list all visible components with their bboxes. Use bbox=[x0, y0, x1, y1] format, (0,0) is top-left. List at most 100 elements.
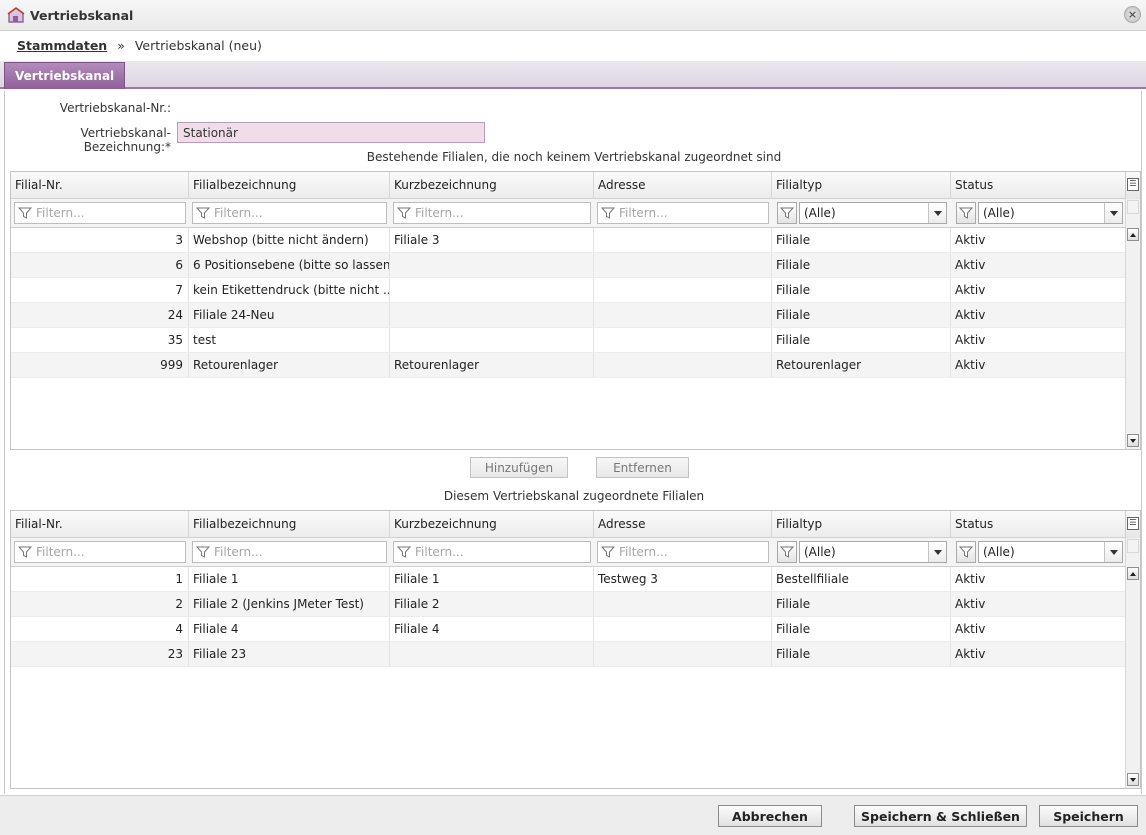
scroll-down-button[interactable] bbox=[1127, 773, 1139, 786]
cell-filialtyp: Filiale bbox=[772, 592, 951, 616]
column-header-filialbezeichnung[interactable]: Filialbezeichnung bbox=[189, 511, 390, 538]
scroll-down-button[interactable] bbox=[1127, 434, 1139, 447]
filter-placeholder: Filtern... bbox=[619, 206, 668, 220]
filter-placeholder: Filtern... bbox=[415, 545, 464, 559]
filter-icon bbox=[195, 207, 211, 219]
filter-mode-button-filialtyp[interactable] bbox=[777, 202, 797, 224]
column-header-adresse[interactable]: Adresse bbox=[594, 511, 772, 538]
cell-kurzbezeichnung bbox=[390, 642, 594, 666]
filter-icon bbox=[396, 546, 412, 558]
scrollbar-mini-icon bbox=[1127, 539, 1139, 553]
window-title: Vertriebskanal bbox=[30, 8, 134, 23]
breadcrumb-root-link[interactable]: Stammdaten bbox=[17, 38, 107, 53]
table-row[interactable]: 35 test Filiale Aktiv bbox=[11, 328, 1127, 353]
table-row[interactable]: 66 Positionsebene (bitte so lassen) Filia… bbox=[11, 253, 1127, 278]
table-row[interactable]: 7 kein Etikettendruck (bitte nicht ... Fil… bbox=[11, 278, 1127, 303]
nr-label: Vertriebskanal-Nr.: bbox=[59, 101, 171, 115]
table-row[interactable]: 4 Filiale 4 Filiale 4 Filiale Aktiv bbox=[11, 617, 1127, 642]
name-field[interactable] bbox=[177, 122, 485, 143]
cell-status: Aktiv bbox=[951, 253, 1127, 277]
table-row[interactable]: 2 Filiale 2 (Jenkins JMeter Test) Filiale … bbox=[11, 592, 1127, 617]
cell-filialtyp: Filiale bbox=[772, 278, 951, 302]
filter-input-filial-nr[interactable]: Filtern... bbox=[14, 541, 186, 563]
table-row[interactable]: 24 Filiale 24-Neu Filiale Aktiv bbox=[11, 303, 1127, 328]
table-row[interactable]: 23 Filiale 23 Filiale Aktiv bbox=[11, 642, 1127, 667]
column-header-filialtyp[interactable]: Filialtyp bbox=[772, 511, 951, 538]
column-header-kurzbezeichnung[interactable]: Kurzbezeichnung bbox=[390, 511, 594, 538]
filter-input-kurzbezeichnung[interactable]: Filtern... bbox=[393, 202, 591, 224]
cancel-button[interactable]: Abbrechen bbox=[718, 805, 822, 827]
scroll-up-button[interactable] bbox=[1127, 228, 1139, 241]
filter-placeholder: Filtern... bbox=[619, 545, 668, 559]
remove-button[interactable]: Entfernen bbox=[596, 457, 689, 478]
cell-kurzbezeichnung: Filiale 4 bbox=[390, 617, 594, 641]
table-row[interactable]: 1 Filiale 1 Filiale 1 Testweg 3 Bestellfilia… bbox=[11, 567, 1127, 592]
save-and-close-button[interactable]: Speichern & Schließen bbox=[854, 805, 1027, 827]
vertical-scrollbar[interactable] bbox=[1125, 199, 1140, 449]
tab-vertriebskanal[interactable]: Vertriebskanal bbox=[4, 62, 126, 89]
column-header-status[interactable]: Status bbox=[951, 172, 1127, 199]
filter-select-status[interactable]: (Alle) bbox=[978, 202, 1123, 224]
cell-kurzbezeichnung: Filiale 2 bbox=[390, 592, 594, 616]
cell-filialbezeichnung: Retourenlager bbox=[189, 353, 390, 377]
cell-filial-nr: 6 bbox=[11, 253, 189, 277]
cell-status: Aktiv bbox=[951, 328, 1127, 352]
cell-filial-nr: 24 bbox=[11, 303, 189, 327]
filter-mode-button-filialtyp[interactable] bbox=[777, 541, 797, 563]
save-button[interactable]: Speichern bbox=[1039, 805, 1138, 827]
filter-input-filialbezeichnung[interactable]: Filtern... bbox=[192, 541, 387, 563]
cell-filialbezeichnung: test bbox=[189, 328, 390, 352]
filter-placeholder: Filtern... bbox=[36, 206, 85, 220]
filter-input-kurzbezeichnung[interactable]: Filtern... bbox=[393, 541, 591, 563]
cell-adresse bbox=[594, 228, 772, 252]
filter-select-status[interactable]: (Alle) bbox=[978, 541, 1123, 563]
column-header-adresse[interactable]: Adresse bbox=[594, 172, 772, 199]
table-row[interactable]: 999 Retourenlager Retourenlager Retourenlag… bbox=[11, 353, 1127, 378]
column-menu-button[interactable]: ☰ bbox=[1125, 511, 1140, 538]
filter-input-filial-nr[interactable]: Filtern... bbox=[14, 202, 186, 224]
filter-mode-button-status[interactable] bbox=[956, 202, 976, 224]
cell-kurzbezeichnung bbox=[390, 328, 594, 352]
close-button[interactable]: × bbox=[1124, 6, 1141, 23]
vertical-scrollbar[interactable] bbox=[1125, 538, 1140, 788]
chevron-down-icon bbox=[1104, 542, 1122, 562]
app-icon bbox=[7, 7, 25, 23]
scroll-up-button[interactable] bbox=[1127, 567, 1139, 580]
column-header-filialtyp[interactable]: Filialtyp bbox=[772, 172, 951, 199]
filter-icon bbox=[600, 546, 616, 558]
column-menu-button[interactable]: ☰ bbox=[1125, 172, 1140, 199]
column-chooser-icon: ☰ bbox=[1127, 517, 1139, 530]
filter-select-filialtyp[interactable]: (Alle) bbox=[799, 202, 947, 224]
select-value: (Alle) bbox=[804, 206, 836, 220]
filter-input-adresse[interactable]: Filtern... bbox=[597, 541, 769, 563]
column-header-kurzbezeichnung[interactable]: Kurzbezeichnung bbox=[390, 172, 594, 199]
cell-filialbezeichnung: Webshop (bitte nicht ändern) bbox=[189, 228, 390, 252]
column-header-filial-nr[interactable]: Filial-Nr. bbox=[11, 511, 189, 538]
cell-filial-nr: 2 bbox=[11, 592, 189, 616]
filter-select-filialtyp[interactable]: (Alle) bbox=[799, 541, 947, 563]
filter-mode-button-status[interactable] bbox=[956, 541, 976, 563]
cell-kurzbezeichnung bbox=[390, 303, 594, 327]
cell-kurzbezeichnung: Filiale 1 bbox=[390, 567, 594, 591]
cell-filial-nr: 35 bbox=[11, 328, 189, 352]
cell-adresse bbox=[594, 328, 772, 352]
cell-filial-nr: 3 bbox=[11, 228, 189, 252]
cell-filialbezeichnung: Filiale 4 bbox=[189, 617, 390, 641]
cell-adresse bbox=[594, 353, 772, 377]
breadcrumb-current: Vertriebskanal (neu) bbox=[134, 38, 262, 53]
column-header-filialbezeichnung[interactable]: Filialbezeichnung bbox=[189, 172, 390, 199]
table-row[interactable]: 3 Webshop (bitte nicht ändern) Filiale 3 Fi… bbox=[11, 228, 1127, 253]
cell-filialbezeichnung: Filiale 23 bbox=[189, 642, 390, 666]
column-header-status[interactable]: Status bbox=[951, 511, 1127, 538]
cell-kurzbezeichnung: Filiale 3 bbox=[390, 228, 594, 252]
cell-adresse bbox=[594, 642, 772, 666]
filter-input-adresse[interactable]: Filtern... bbox=[597, 202, 769, 224]
cell-status: Aktiv bbox=[951, 617, 1127, 641]
column-header-filial-nr[interactable]: Filial-Nr. bbox=[11, 172, 189, 199]
cell-filialtyp: Filiale bbox=[772, 303, 951, 327]
cell-filialbezeichnung: kein Etikettendruck (bitte nicht ... bbox=[189, 278, 390, 302]
filter-placeholder: Filtern... bbox=[36, 545, 85, 559]
filter-input-filialbezeichnung[interactable]: Filtern... bbox=[192, 202, 387, 224]
tab-strip: Vertriebskanal bbox=[0, 61, 1146, 89]
add-button[interactable]: Hinzufügen bbox=[470, 457, 568, 478]
